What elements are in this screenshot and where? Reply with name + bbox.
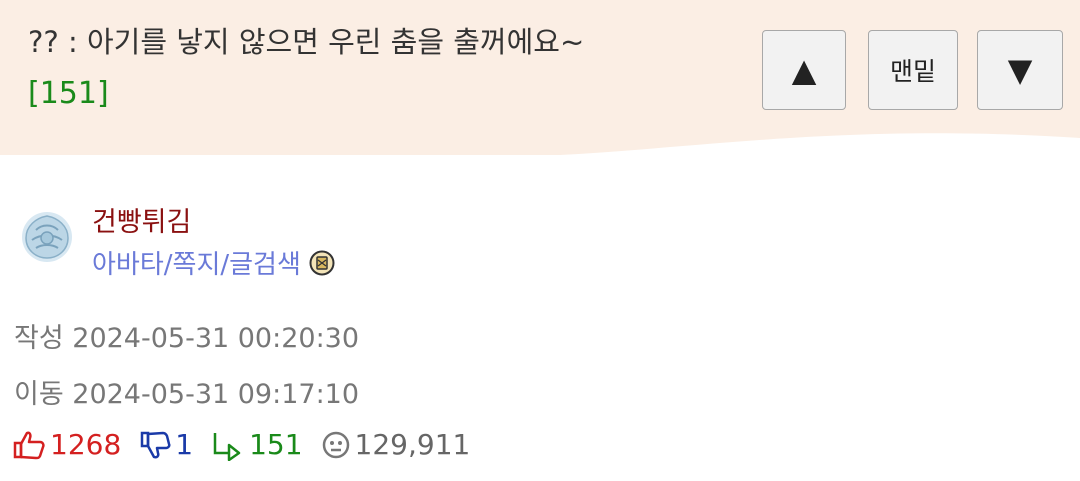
- dislike-count: 1: [175, 428, 194, 461]
- comment-count[interactable]: [151]: [28, 72, 728, 116]
- scroll-bottom-button[interactable]: 맨밑: [868, 30, 958, 110]
- reply-stat[interactable]: 151: [211, 428, 303, 461]
- scroll-up-button[interactable]: ▲: [762, 30, 846, 110]
- like-stat[interactable]: 1268: [12, 428, 121, 461]
- post-stats: 1268 1 151 129,911: [12, 428, 488, 461]
- dislike-stat[interactable]: 1: [139, 428, 193, 461]
- moved-date: 이동 2024-05-31 09:17:10: [14, 379, 360, 410]
- reply-arrow-icon: [213, 432, 241, 461]
- views-count: 129,911: [354, 428, 471, 461]
- post-title: ?? : 아기를 낳지 않으면 우린 춤을 출꺼에요~: [28, 25, 585, 59]
- written-date: 작성 2024-05-31 00:20:30: [14, 323, 360, 354]
- scroll-down-button[interactable]: ▼: [977, 30, 1063, 110]
- flower-avatar-icon[interactable]: [18, 208, 76, 266]
- header-curve: [0, 133, 1080, 178]
- title-block: ?? : 아기를 낳지 않으면 우린 춤을 출꺼에요~ [151]: [28, 20, 728, 116]
- down-arrow-icon: ▼: [1007, 51, 1033, 89]
- level-badge-icon: [309, 250, 335, 275]
- thumbs-up-icon: [13, 431, 45, 459]
- author-nickname[interactable]: 건빵튀김: [92, 200, 191, 239]
- views-stat: 129,911: [321, 428, 471, 461]
- author-links-text[interactable]: 아바타/쪽지/글검색: [92, 244, 301, 281]
- thumbs-down-icon: [141, 431, 171, 458]
- author-links: 아바타/쪽지/글검색: [92, 244, 335, 281]
- reply-count: 151: [249, 428, 303, 461]
- scroll-bottom-label: 맨밑: [889, 57, 936, 86]
- up-arrow-icon: ▲: [791, 51, 817, 89]
- like-count: 1268: [50, 428, 122, 461]
- eye-view-icon: [322, 431, 349, 458]
